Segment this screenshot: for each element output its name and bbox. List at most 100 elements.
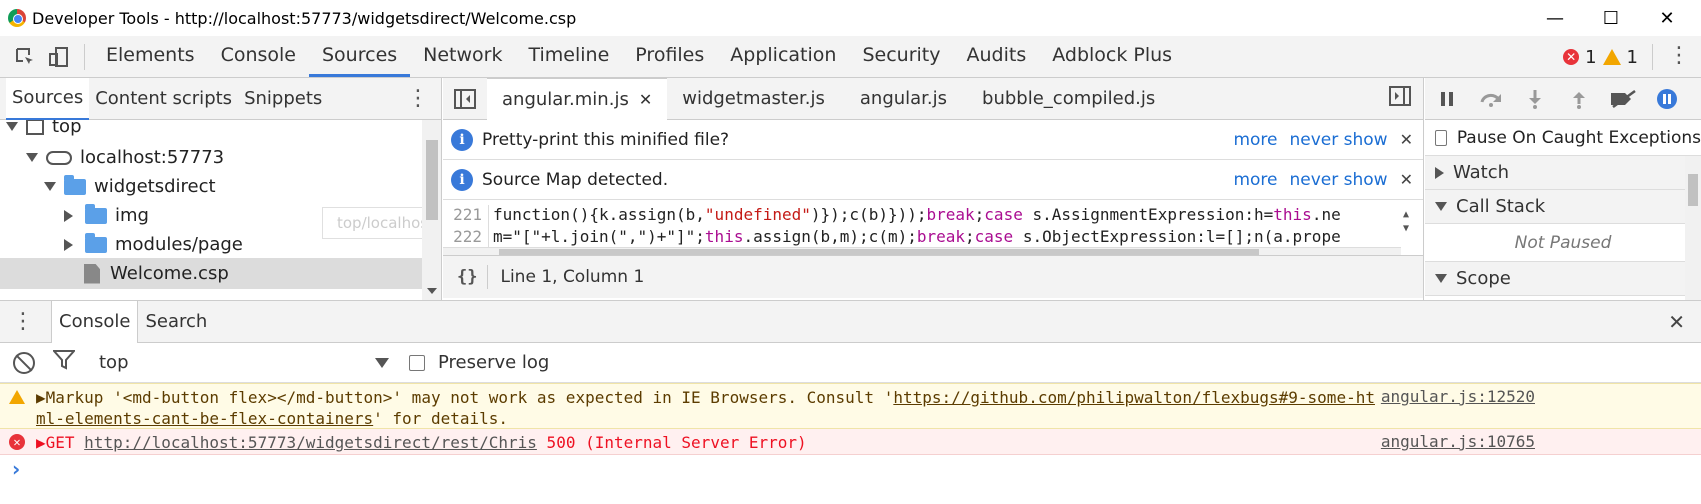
more-link[interactable]: more <box>1233 130 1277 150</box>
step-over-icon[interactable] <box>1469 78 1513 120</box>
code-text: function(){k.assign(b,"undefined")});c(b… <box>493 205 1341 227</box>
tab-timeline[interactable]: Timeline <box>516 36 623 77</box>
collapse-arrow-icon[interactable] <box>64 238 73 251</box>
message-source-link[interactable]: angular.js:10765 <box>1381 432 1535 451</box>
code-line: 221 function(){k.assign(b,"undefined")})… <box>443 205 1401 227</box>
tab-snippets[interactable]: Snippets <box>238 78 328 120</box>
debugger-panes: Pause On Caught Exceptions Watch Call St… <box>1425 120 1701 300</box>
expand-arrow-icon[interactable] <box>6 122 18 131</box>
drawer-menu-icon[interactable]: ⋮ <box>0 309 46 334</box>
debugger-scrollbar[interactable] <box>1685 156 1701 300</box>
scope-section-header[interactable]: Scope <box>1425 262 1701 296</box>
frame-icon <box>26 120 44 135</box>
pause-icon[interactable] <box>1425 78 1469 120</box>
device-mode-icon[interactable] <box>42 36 76 78</box>
tab-adblock-plus[interactable]: Adblock Plus <box>1039 36 1185 77</box>
context-selector[interactable]: top <box>99 352 389 373</box>
tree-item-localhost[interactable]: localhost:57773 <box>0 142 422 173</box>
context-value: top <box>99 352 129 373</box>
pretty-print-infobar: i Pretty-print this minified file? more … <box>443 120 1423 160</box>
editor-tab-angular-min[interactable]: angular.min.js ✕ <box>487 77 668 120</box>
pause-caught-checkbox[interactable] <box>1435 129 1447 146</box>
tab-content-scripts[interactable]: Content scripts <box>89 78 238 120</box>
tab-navigator-sources[interactable]: Sources <box>6 77 90 120</box>
flexbugs-link[interactable]: https://github.com/philipwalton/flexbugs… <box>893 388 1375 407</box>
tab-network[interactable]: Network <box>410 36 515 77</box>
more-menu-icon[interactable]: ⋮ <box>1668 42 1690 70</box>
folder-icon <box>85 203 107 224</box>
code-area[interactable]: 221 function(){k.assign(b,"undefined")})… <box>443 200 1423 255</box>
drawer-tab-search[interactable]: Search <box>138 301 214 343</box>
code-horizontal-scrollbar[interactable] <box>443 247 1401 255</box>
scrollbar-thumb[interactable] <box>1688 174 1698 206</box>
debugger-sidebar: Pause On Caught Exceptions Watch Call St… <box>1425 78 1701 300</box>
code-token: s.ObjectExpression:l=[];n(a.prope <box>1013 227 1341 246</box>
tree-item-widgetsdirect[interactable]: widgetsdirect <box>0 171 422 202</box>
scrollbar-thumb[interactable] <box>426 140 438 220</box>
scrollbar-thumb[interactable] <box>499 249 1259 255</box>
tab-security[interactable]: Security <box>849 36 953 77</box>
pretty-print-icon[interactable]: {} <box>457 267 477 287</box>
console-drawer: ⋮ Console Search ✕ top Preserve log ▶Mar… <box>0 300 1701 504</box>
minimize-button[interactable]: — <box>1527 0 1583 36</box>
tab-sources[interactable]: Sources <box>309 36 411 77</box>
request-url-link[interactable]: http://localhost:57773/widgetsdirect/res… <box>84 433 537 452</box>
editor-tab-widgetmaster[interactable]: widgetmaster.js <box>667 78 840 120</box>
close-drawer-icon[interactable]: ✕ <box>1668 310 1685 334</box>
preserve-log-checkbox[interactable] <box>409 354 425 371</box>
collapse-arrow-icon[interactable] <box>64 209 73 222</box>
issue-counters[interactable]: ✕ 1 1 <box>1563 36 1661 78</box>
pause-caught-label: Pause On Caught Exceptions <box>1456 127 1701 148</box>
flexbugs-link-continued[interactable]: ml-elements-cant-be-flex-containers <box>36 409 373 428</box>
expand-arrow-icon[interactable] <box>26 153 38 162</box>
editor-tab-bubble-compiled[interactable]: bubble_compiled.js <box>962 78 1170 120</box>
info-icon: i <box>451 128 473 151</box>
tab-profiles[interactable]: Profiles <box>622 36 717 77</box>
window-title: Developer Tools - http://localhost:57773… <box>32 8 577 28</box>
clear-console-icon[interactable] <box>13 351 35 374</box>
tab-audits[interactable]: Audits <box>953 36 1039 77</box>
console-error-message: ✕ ▶GET http://localhost:57773/widgetsdir… <box>0 429 1701 455</box>
expand-arrow-icon[interactable] <box>44 182 56 191</box>
call-stack-section-header[interactable]: Call Stack <box>1425 190 1701 224</box>
pause-on-exceptions-icon[interactable] <box>1645 78 1689 120</box>
step-into-icon[interactable] <box>1513 78 1557 120</box>
maximize-button[interactable]: ☐ <box>1583 0 1639 36</box>
filter-icon[interactable] <box>51 350 77 375</box>
section-title: Scope <box>1456 268 1511 289</box>
never-show-link[interactable]: never show <box>1290 130 1388 150</box>
navigator-menu-icon[interactable]: ⋮ <box>407 86 429 111</box>
more-link[interactable]: more <box>1233 170 1277 190</box>
section-title: Call Stack <box>1456 196 1546 217</box>
tree-scrollbar[interactable] <box>422 120 441 300</box>
message-source-link[interactable]: angular.js:12520 <box>1381 387 1535 406</box>
code-token: .ne <box>1311 205 1341 224</box>
code-vertical-scroll-arrows[interactable]: ▲ ▼ <box>1403 208 1409 236</box>
tab-console[interactable]: Console <box>208 36 309 77</box>
tab-elements[interactable]: Elements <box>93 36 208 77</box>
close-infobar-icon[interactable]: ✕ <box>1400 170 1413 189</box>
infobar-message: Source Map detected. <box>482 169 669 190</box>
tree-item-top[interactable]: top <box>0 120 422 142</box>
line-number: 221 <box>443 205 489 227</box>
cloud-icon <box>46 150 72 165</box>
watch-section-header[interactable]: Watch <box>1425 156 1701 190</box>
toggle-debugger-icon[interactable] <box>1389 86 1411 111</box>
editor-tab-angular[interactable]: angular.js <box>840 78 962 120</box>
drawer-tab-console[interactable]: Console <box>51 300 139 343</box>
tab-application[interactable]: Application <box>717 36 849 77</box>
scroll-down-icon[interactable] <box>427 288 437 294</box>
toggle-navigator-icon[interactable] <box>443 88 487 109</box>
deactivate-breakpoints-icon[interactable] <box>1601 78 1645 120</box>
pause-caught-row[interactable]: Pause On Caught Exceptions <box>1425 120 1701 156</box>
tree-item-welcome-csp[interactable]: Welcome.csp <box>0 258 422 289</box>
step-out-icon[interactable] <box>1557 78 1601 120</box>
inspect-element-icon[interactable] <box>8 36 42 78</box>
close-infobar-icon[interactable]: ✕ <box>1400 130 1413 149</box>
console-prompt[interactable]: › <box>12 457 20 481</box>
close-tab-icon[interactable]: ✕ <box>639 90 652 109</box>
code-text: m="["+l.join(",")+"]";this.assign(b,m);c… <box>493 227 1341 247</box>
never-show-link[interactable]: never show <box>1290 170 1388 190</box>
close-window-button[interactable]: ✕ <box>1639 0 1695 36</box>
error-icon: ✕ <box>9 434 25 450</box>
